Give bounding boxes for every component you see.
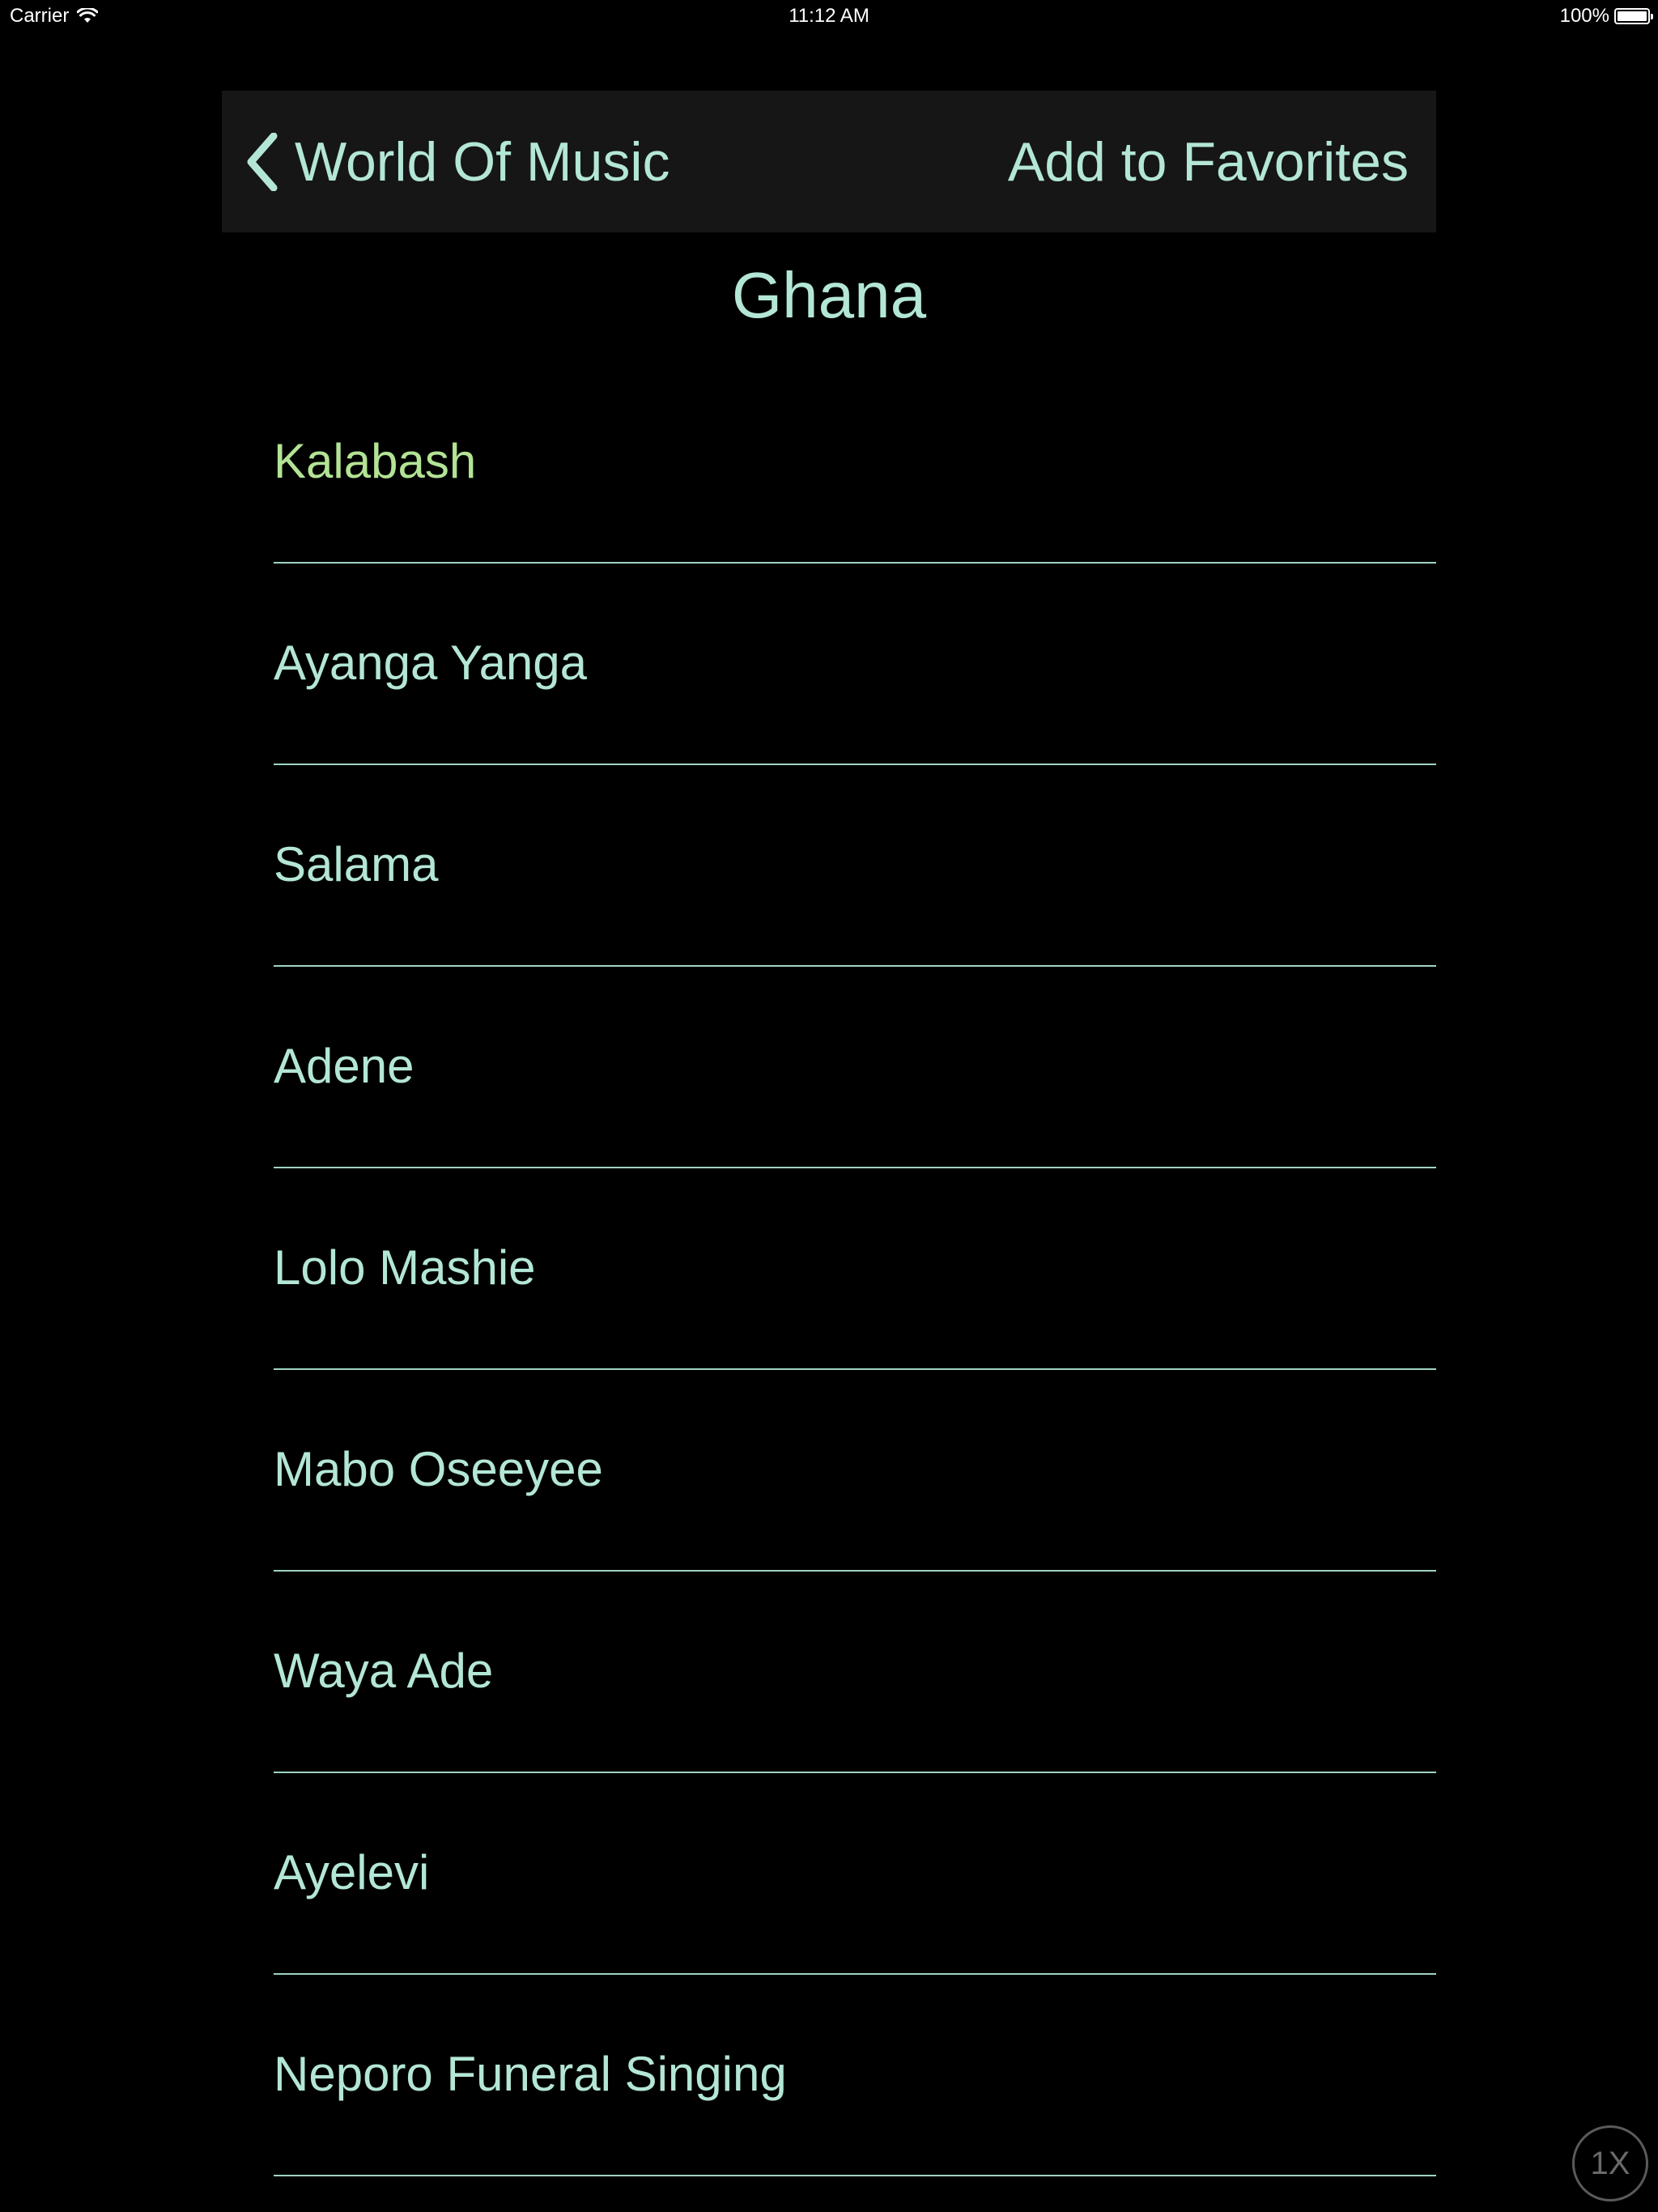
song-label: Lolo Mashie [274,1240,536,1295]
page-title: Ghana [731,259,927,331]
battery-fill [1618,11,1647,21]
song-list: Kalabash Ayanga Yanga Salama Adene Lolo … [274,362,1436,2176]
song-label: Kalabash [274,434,477,488]
song-row-lolo-mashie[interactable]: Lolo Mashie [274,1168,1436,1370]
navigation-bar: World Of Music Add to Favorites [222,91,1436,232]
song-row-ayelevi[interactable]: Ayelevi [274,1773,1436,1975]
battery-icon [1614,8,1653,24]
status-bar: Carrier 11:12 AM 100% [0,0,1658,32]
song-row-ayanga-yanga[interactable]: Ayanga Yanga [274,564,1436,765]
song-row-waya-ade[interactable]: Waya Ade [274,1572,1436,1773]
song-label: Salama [274,837,439,891]
back-button[interactable]: World Of Music [246,123,670,201]
back-button-label: World Of Music [295,131,670,193]
song-label: Adene [274,1039,414,1093]
add-to-favorites-button[interactable]: Add to Favorites [1008,123,1409,201]
status-right: 100% [1559,5,1653,28]
song-label: Neporo Funeral Singing [274,2047,787,2101]
song-row-neporo-funeral-singing[interactable]: Neporo Funeral Singing [274,1975,1436,2176]
playback-speed-button[interactable]: 1X [1572,2125,1648,2201]
song-label: Ayelevi [274,1845,430,1899]
chevron-left-icon [246,133,278,191]
status-time: 11:12 AM [789,5,869,27]
song-row-adene[interactable]: Adene [274,967,1436,1168]
song-row-salama[interactable]: Salama [274,765,1436,967]
battery-percentage: 100% [1559,5,1609,27]
song-label: Ayanga Yanga [274,636,588,690]
song-row-mabo-oseeyee[interactable]: Mabo Oseeyee [274,1370,1436,1572]
song-label: Mabo Oseeyee [274,1442,603,1496]
song-label: Waya Ade [274,1644,494,1698]
song-row-kalabash[interactable]: Kalabash [274,362,1436,564]
